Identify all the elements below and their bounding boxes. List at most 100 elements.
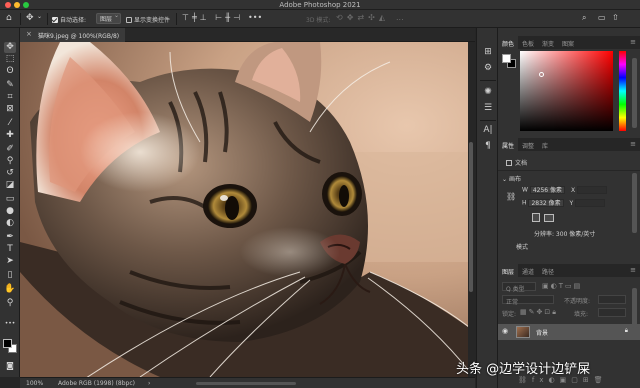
eyedropper-tool[interactable]: ⁄ xyxy=(4,118,16,129)
healing-tool[interactable]: ✚ xyxy=(4,130,16,141)
history-brush-tool[interactable]: ↺ xyxy=(4,168,16,179)
crop-tool[interactable]: ⌗ xyxy=(4,92,16,103)
more-options-icon[interactable]: ... xyxy=(396,13,404,22)
y-label: Y xyxy=(569,199,574,207)
scrollbar-thumb[interactable] xyxy=(469,142,473,292)
eraser-tool[interactable]: ◪ xyxy=(4,180,16,191)
opacity-field[interactable] xyxy=(598,295,626,304)
tab-channels[interactable]: 通道 xyxy=(518,264,538,277)
history-icon[interactable]: ⊞ xyxy=(482,46,494,58)
x-field[interactable] xyxy=(577,186,608,194)
pen-tool[interactable]: ✒ xyxy=(4,232,16,243)
panel-menu-icon[interactable]: ≡ xyxy=(630,140,636,148)
width-field[interactable]: 4256 像素 xyxy=(529,186,566,194)
chevron-down-icon[interactable]: ⌄ xyxy=(37,13,42,20)
tab-layers[interactable]: 图层 xyxy=(498,264,519,277)
zoom-level[interactable]: 100% xyxy=(26,380,43,387)
landscape-orientation-button[interactable] xyxy=(544,214,554,222)
auto-select-checkbox[interactable] xyxy=(52,17,58,23)
blur-tool[interactable]: ● xyxy=(4,206,16,217)
auto-select-option[interactable]: 自动选择: xyxy=(52,15,86,24)
show-transform-option[interactable]: 显示变换控件 xyxy=(126,15,170,24)
layers-panel-scrollbar[interactable] xyxy=(632,288,637,328)
blend-mode-dropdown[interactable]: 正常 xyxy=(502,295,554,306)
panel-menu-icon[interactable]: ≡ xyxy=(630,38,636,46)
paragraph-icon[interactable]: ¶ xyxy=(482,140,494,152)
y-field[interactable] xyxy=(575,199,606,207)
type-tool[interactable]: T xyxy=(4,244,16,255)
color-profile: Adobe RGB (1998) (8bpc) xyxy=(58,380,136,387)
tab-properties[interactable]: 属性 xyxy=(498,138,519,151)
home-icon[interactable]: ⌂ xyxy=(6,13,12,23)
more-align-icon[interactable]: ••• xyxy=(248,13,262,22)
panel-menu-icon[interactable]: ≡ xyxy=(630,266,636,274)
tab-paths[interactable]: 路径 xyxy=(538,264,558,277)
brush-tool[interactable]: ✐ xyxy=(4,144,16,155)
quick-select-tool[interactable]: ✎ xyxy=(4,80,16,91)
width-label: W xyxy=(522,186,528,194)
eye-icon[interactable]: ◉ xyxy=(502,327,508,335)
character-icon[interactable]: A| xyxy=(482,124,494,136)
tab-color[interactable]: 颜色 xyxy=(498,36,519,49)
color-picker-cursor[interactable] xyxy=(539,72,544,77)
zoom-tool[interactable]: ⚲ xyxy=(4,298,16,309)
cat-photo xyxy=(20,42,475,377)
hue-slider[interactable] xyxy=(619,51,626,131)
color-panel-scrollbar[interactable] xyxy=(632,58,637,128)
layer-actions-icons[interactable]: ⛓fx◐▣▢⊞🗑︎ xyxy=(518,376,608,384)
move-tool[interactable]: ✥ xyxy=(4,42,16,53)
workspace-icon[interactable]: ▭ xyxy=(598,13,606,22)
layer-kind-filter[interactable]: Q 类型 xyxy=(502,282,536,293)
layer-name[interactable]: 背景 xyxy=(536,328,548,337)
layer-row-background[interactable]: ◉ 背景 🔒︎ xyxy=(498,324,640,340)
frame-tool[interactable]: ⊠ xyxy=(4,104,16,115)
stamp-tool[interactable]: ⚲ xyxy=(4,156,16,167)
height-field[interactable]: 2832 像素 xyxy=(528,199,564,207)
document-tab-label: 猫咪9.jpeg @ 100%(RGB/8) xyxy=(38,33,120,40)
fill-field[interactable] xyxy=(598,308,626,317)
swatches-icon[interactable]: ☰ xyxy=(482,102,494,114)
document-tab[interactable]: × 猫咪9.jpeg @ 100%(RGB/8) xyxy=(20,28,126,42)
close-tab-icon[interactable]: × xyxy=(26,30,32,38)
chevron-down-icon: ⌄ xyxy=(502,176,509,183)
tab-gradients[interactable]: 渐变 xyxy=(538,36,558,49)
tab-swatches[interactable]: 色板 xyxy=(518,36,538,49)
properties-panel-scrollbar[interactable] xyxy=(632,173,637,233)
marquee-tool[interactable]: ⬚ xyxy=(4,54,16,65)
foreground-color-swatch[interactable] xyxy=(3,339,12,348)
portrait-orientation-button[interactable] xyxy=(532,213,540,222)
gradient-tool[interactable]: ▭ xyxy=(4,194,16,205)
search-icon[interactable]: ⌕ xyxy=(582,13,586,23)
canvas-section-header[interactable]: ⌄ 画布 xyxy=(502,174,521,183)
document-tab-bar: × 猫咪9.jpeg @ 100%(RGB/8) xyxy=(20,28,475,42)
tab-adjustments[interactable]: 调整 xyxy=(518,138,538,151)
layers-panel-tabs: 图层 通道 路径 ≡ xyxy=(498,264,640,277)
foreground-color-swatch[interactable] xyxy=(502,54,511,63)
color-picker-field[interactable] xyxy=(520,51,613,131)
move-tool-preset-icon[interactable]: ✥ xyxy=(26,13,34,23)
more-tools[interactable]: ••• xyxy=(4,318,16,329)
share-icon[interactable]: ⇧ xyxy=(612,13,619,22)
lasso-tool[interactable]: ʘ xyxy=(4,66,16,77)
hand-tool[interactable]: ✋ xyxy=(4,284,16,295)
x-label: X xyxy=(570,186,576,194)
status-menu-chevron-icon[interactable]: › xyxy=(148,380,150,387)
lock-icons[interactable]: ▦✎✥⊡🔒︎ xyxy=(520,308,558,317)
layer-filter-icons[interactable]: ▣◐T▭▤ xyxy=(542,282,582,290)
canvas-vertical-scrollbar[interactable] xyxy=(468,42,475,377)
auto-select-target-dropdown[interactable]: 图层 xyxy=(96,12,122,24)
quick-mask-icon[interactable]: ◙ xyxy=(4,360,16,371)
document-canvas[interactable] xyxy=(20,42,475,377)
canvas-horizontal-scrollbar[interactable] xyxy=(196,382,296,385)
dodge-tool[interactable]: ◐ xyxy=(4,218,16,229)
tab-libraries[interactable]: 库 xyxy=(538,138,552,151)
align-buttons[interactable]: ⊤╪⊥ ⊢╫⊣ xyxy=(182,13,243,22)
rectangle-tool[interactable]: ▯ xyxy=(4,270,16,281)
adjustments-icon[interactable]: ✺ xyxy=(482,86,494,98)
link-icon[interactable]: ⛓ xyxy=(506,192,516,201)
brush-settings-icon[interactable]: ⚙ xyxy=(482,62,494,74)
path-select-tool[interactable]: ➤ xyxy=(4,256,16,267)
panel-dock: ⊞ ⚙ ✺ ☰ A| ¶ xyxy=(476,28,498,388)
tab-patterns[interactable]: 图案 xyxy=(558,36,578,49)
show-transform-checkbox[interactable] xyxy=(126,17,132,23)
